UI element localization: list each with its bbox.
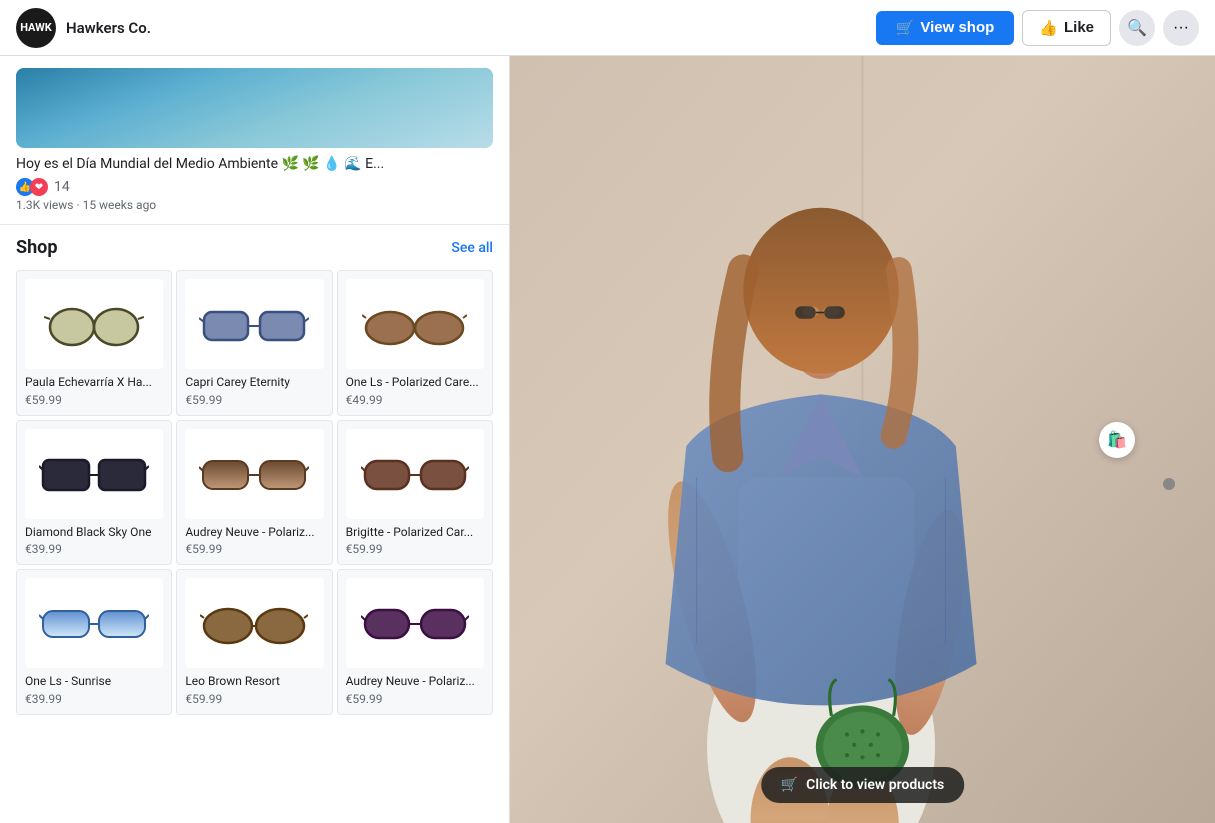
shop-cart-icon: 🛒 [896,19,915,37]
post-time-ago: 15 weeks ago [83,198,157,212]
reaction-icons: 👍 ❤ [16,178,48,196]
product-image [185,429,323,519]
product-card[interactable]: One Ls - Polarized Care... €49.99 [337,270,493,416]
post-views: 1.3K views [16,198,73,212]
left-panel: Hoy es el Día Mundial del Medio Ambiente… [0,56,510,823]
view-shop-button[interactable]: 🛒 View shop [876,11,1015,45]
main-layout: Hoy es el Día Mundial del Medio Ambiente… [0,56,1215,823]
product-card[interactable]: Paula Echevarría X Ha... €59.99 [16,270,172,416]
shop-tag-button[interactable]: 🛍️ [1099,422,1135,458]
brand-name: Hawkers Co. [66,19,876,37]
product-image [346,279,484,369]
product-price: €59.99 [185,393,323,407]
product-image [25,429,163,519]
product-name: One Ls - Sunrise [25,674,163,690]
product-name: Paula Echevarría X Ha... [25,375,163,391]
logo-text: HAWK [20,21,52,34]
search-button[interactable]: 🔍 [1119,10,1155,46]
more-button[interactable]: ··· [1163,10,1199,46]
nav-actions: 🛒 View shop 👍 Like 🔍 ··· [876,10,1199,46]
product-price: €39.99 [25,542,163,556]
like-icon: 👍 [1039,19,1058,37]
post-thumbnail[interactable] [16,68,493,148]
reaction-count: 14 [54,179,70,195]
post-reactions: 👍 ❤ 14 [16,178,493,196]
product-name: Capri Carey Eternity [185,375,323,391]
product-price: €59.99 [346,542,484,556]
shop-tag-icon: 🛍️ [1107,430,1127,449]
product-image [346,578,484,668]
search-icon: 🔍 [1127,18,1147,38]
like-label: Like [1064,19,1094,36]
product-card[interactable]: Brigitte - Polarized Car...€59.99 [337,420,493,566]
product-price: €59.99 [25,393,163,407]
product-price: €59.99 [185,692,323,706]
product-card[interactable]: Capri Carey Eternity €59.99 [176,270,332,416]
product-image [346,429,484,519]
product-card[interactable]: Audrey Neuve - Polariz... €59.99 [337,569,493,715]
products-grid: Paula Echevarría X Ha...€59.99Capri Care… [16,270,493,715]
product-card[interactable]: Diamond Black Sky One€39.99 [16,420,172,566]
top-navigation: HAWK Hawkers Co. 🛒 View shop 👍 Like 🔍 ··… [0,0,1215,56]
shop-title: Shop [16,237,57,258]
product-image [25,279,163,369]
product-name: Brigitte - Polarized Car... [346,525,484,541]
product-name: Diamond Black Sky One [25,525,163,541]
right-photo-panel: 🛍️ 🛒 Click to view products [510,56,1215,823]
view-shop-label: View shop [920,19,994,36]
product-card[interactable]: Audrey Neuve - Polariz...€59.99 [176,420,332,566]
product-name: Leo Brown Resort [185,674,323,690]
view-products-bar[interactable]: 🛒 Click to view products [761,767,965,803]
product-image [25,578,163,668]
brand-logo: HAWK [16,8,56,48]
product-name: One Ls - Polarized Care... [346,375,484,391]
see-all-link[interactable]: See all [451,240,493,256]
product-image [185,279,323,369]
product-price: €59.99 [346,692,484,706]
shop-section: Shop See all Paula Echevarría X Ha... €59… [0,225,509,727]
product-price: €49.99 [346,393,484,407]
product-card[interactable]: Leo Brown Resort €59.99 [176,569,332,715]
product-price: €39.99 [25,692,163,706]
shop-header: Shop See all [16,237,493,258]
more-icon: ··· [1173,19,1189,37]
post-meta: 1.3K views · 15 weeks ago [16,198,493,212]
post-preview: Hoy es el Día Mundial del Medio Ambiente… [0,56,509,225]
shop-dot-indicator [1163,478,1175,490]
view-products-cart-icon: 🛒 [781,777,798,793]
product-name: Audrey Neuve - Polariz... [185,525,323,541]
product-name: Audrey Neuve - Polariz... [346,674,484,690]
love-reaction-icon: ❤ [30,178,48,196]
view-products-text: Click to view products [806,777,944,793]
post-text: Hoy es el Día Mundial del Medio Ambiente… [16,156,493,172]
product-card[interactable]: One Ls - Sunrise €39.99 [16,569,172,715]
like-button[interactable]: 👍 Like [1022,10,1111,46]
product-price: €59.99 [185,542,323,556]
product-image [185,578,323,668]
